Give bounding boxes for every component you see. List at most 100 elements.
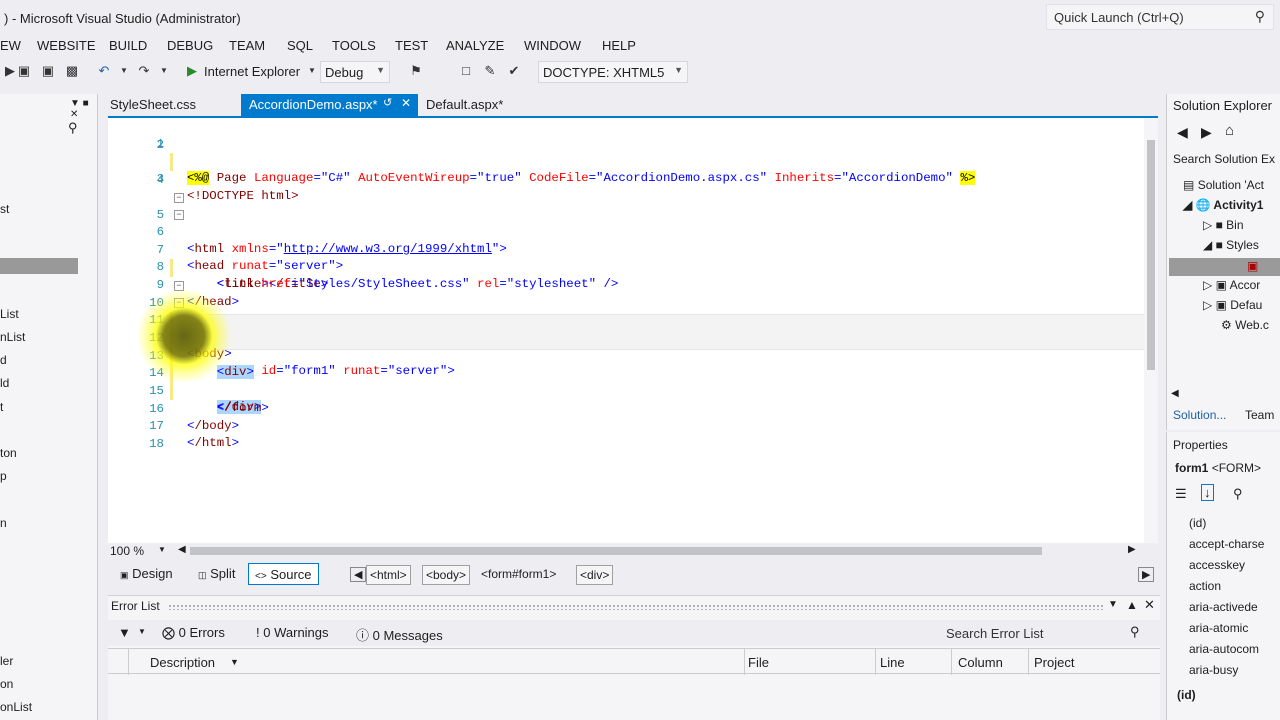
pin-icon[interactable]: ▼ ■ ✕ xyxy=(70,98,97,120)
left-item[interactable]: List xyxy=(0,307,19,321)
left-item[interactable]: nList xyxy=(0,330,25,344)
column-description[interactable]: Description xyxy=(150,655,215,670)
chevron-down-icon[interactable]: ▼ xyxy=(158,545,166,554)
scroll-right-icon[interactable]: ▶ xyxy=(1128,544,1136,555)
quick-launch-box[interactable]: Quick Launch (Ctrl+Q) ⚲ xyxy=(1046,4,1274,30)
menu-window[interactable]: WINDOW xyxy=(524,38,581,53)
fold-toggle[interactable]: − xyxy=(174,193,184,203)
sort-down-icon[interactable]: ▼ xyxy=(230,657,239,667)
menu-website[interactable]: WEBSITE xyxy=(37,38,96,53)
column-file[interactable]: File xyxy=(748,655,769,670)
breadcrumb-back-icon[interactable]: ◀ xyxy=(350,567,367,582)
redo-icon[interactable]: ↷ xyxy=(136,63,152,79)
events-icon[interactable]: ⚲ xyxy=(1233,486,1243,502)
file-default[interactable]: ▷ ▣ Defau xyxy=(1203,298,1262,312)
errors-filter-button[interactable]: ⨂ 0 Errors xyxy=(162,625,225,641)
chevron-down-icon[interactable]: ▼ xyxy=(116,63,132,79)
property-aria-atomic[interactable]: aria-atomic xyxy=(1189,621,1248,635)
validate-icon[interactable]: ✔ xyxy=(506,63,522,79)
search-icon[interactable]: ⚲ xyxy=(1130,624,1140,640)
scroll-left-icon[interactable]: ◀ xyxy=(1171,388,1179,399)
split-view-button[interactable]: ◫ Split xyxy=(192,563,241,585)
home-icon[interactable]: ⌂ xyxy=(1225,122,1234,139)
property-accept-charset[interactable]: accept-charse xyxy=(1189,537,1264,551)
tab-accordiondemo[interactable]: AccordionDemo.aspx* ↺ ✕ xyxy=(241,94,418,116)
page-icon[interactable]: □ xyxy=(458,63,474,79)
menu-help[interactable]: HELP xyxy=(602,38,636,53)
chevron-down-icon[interactable]: ▼ xyxy=(156,63,172,79)
design-view-button[interactable]: ▣ Design xyxy=(114,563,179,585)
property-action[interactable]: action xyxy=(1189,579,1221,593)
left-item[interactable]: p xyxy=(0,469,7,483)
menu-debug[interactable]: DEBUG xyxy=(167,38,213,53)
left-item[interactable]: ler xyxy=(0,654,13,668)
column-column[interactable]: Column xyxy=(958,655,1003,670)
column-line[interactable]: Line xyxy=(880,655,905,670)
tab-default[interactable]: Default.aspx* xyxy=(418,94,511,116)
search-icon[interactable]: ⚲ xyxy=(68,120,78,136)
left-item[interactable]: d xyxy=(0,353,7,367)
left-item[interactable]: t xyxy=(0,400,3,414)
save-icon[interactable]: ▣ xyxy=(40,63,56,79)
left-item[interactable]: n xyxy=(0,516,7,530)
warnings-filter-button[interactable]: ! 0 Warnings xyxy=(256,625,329,640)
close-icon[interactable]: ✕ xyxy=(401,96,411,110)
configuration-select[interactable]: Debug ▼ xyxy=(320,61,390,83)
save-all-icon[interactable]: ▩ xyxy=(64,63,80,79)
back-icon[interactable]: ◀ xyxy=(1177,124,1188,141)
breadcrumb-html[interactable]: <html> xyxy=(366,565,411,585)
forward-icon[interactable]: ▶ xyxy=(1201,124,1212,141)
property-aria-autocomplete[interactable]: aria-autocom xyxy=(1189,642,1259,656)
scrollbar-thumb[interactable] xyxy=(1147,140,1155,370)
folder-styles[interactable]: ◢ ■ Styles xyxy=(1203,238,1259,252)
solution-node[interactable]: ▤ Solution 'Act xyxy=(1183,178,1264,192)
fold-toggle[interactable]: − xyxy=(174,298,184,308)
code-editor[interactable]: 1 <%@ Page Language="C#" AutoEventWireup… xyxy=(108,116,1158,543)
properties-object[interactable]: form1 <FORM> xyxy=(1175,461,1261,475)
undo-icon[interactable]: ↶ xyxy=(96,63,112,79)
menu-build[interactable]: BUILD xyxy=(109,38,147,53)
play-icon[interactable]: ▶ xyxy=(184,63,200,79)
property-id[interactable]: (id) xyxy=(1189,516,1206,530)
property-accesskey[interactable]: accesskey xyxy=(1189,558,1245,572)
pin-icon[interactable]: ▲ xyxy=(1126,598,1138,612)
left-item[interactable]: ld xyxy=(0,376,9,390)
left-selected-item[interactable] xyxy=(0,258,78,274)
categorized-icon[interactable]: ☰ xyxy=(1175,486,1187,502)
attach-icon[interactable]: ⚑ xyxy=(408,63,424,79)
project-node[interactable]: ◢ 🌐 Activity1 xyxy=(1183,198,1263,212)
menu-sql[interactable]: SQL xyxy=(287,38,313,53)
filter-icon[interactable]: ▼ xyxy=(118,625,131,640)
left-item[interactable]: st xyxy=(0,202,9,216)
pin-icon[interactable]: ↺ xyxy=(383,96,392,109)
solution-search-placeholder[interactable]: Search Solution Ex xyxy=(1173,152,1275,166)
editor-vertical-scrollbar[interactable] xyxy=(1144,118,1158,543)
tab-stylesheet[interactable]: StyleSheet.css xyxy=(102,94,204,116)
doctype-select[interactable]: DOCTYPE: XHTML5 ▼ xyxy=(538,61,688,83)
left-item[interactable]: ton xyxy=(0,446,17,460)
breadcrumb-div[interactable]: <div> xyxy=(576,565,614,585)
chevron-down-icon[interactable]: ▼ xyxy=(1108,599,1118,610)
chevron-down-icon[interactable]: ▼ xyxy=(138,627,146,636)
breadcrumb-body[interactable]: <body> xyxy=(422,565,471,585)
left-item[interactable]: onList xyxy=(0,700,32,714)
tab-solution[interactable]: Solution... xyxy=(1173,408,1226,422)
menu-team[interactable]: TEAM xyxy=(229,38,265,53)
menu-tools[interactable]: TOOLS xyxy=(332,38,376,53)
zoom-level[interactable]: 100 % xyxy=(110,544,144,558)
run-target-label[interactable]: Internet Explorer xyxy=(204,64,300,79)
file-webconfig[interactable]: ⚙ Web.c xyxy=(1221,318,1269,332)
horizontal-scrollbar-thumb[interactable] xyxy=(190,547,1042,555)
selected-stylesheet-row[interactable]: ▣ xyxy=(1169,258,1280,276)
property-aria-busy[interactable]: aria-busy xyxy=(1189,663,1238,677)
source-view-button[interactable]: <> Source xyxy=(248,563,319,585)
close-icon[interactable]: ✕ xyxy=(1144,597,1155,613)
tab-team[interactable]: Team xyxy=(1245,408,1274,422)
menu-test[interactable]: TEST xyxy=(395,38,428,53)
chevron-down-icon[interactable]: ▼ xyxy=(304,63,320,79)
format-icon[interactable]: ✎ xyxy=(482,63,498,79)
scroll-left-icon[interactable]: ◀ xyxy=(178,544,186,555)
menu-analyze[interactable]: ANALYZE xyxy=(446,38,504,53)
open-file-icon[interactable]: ▣ xyxy=(16,63,32,79)
menu-view[interactable]: EW xyxy=(0,38,21,53)
